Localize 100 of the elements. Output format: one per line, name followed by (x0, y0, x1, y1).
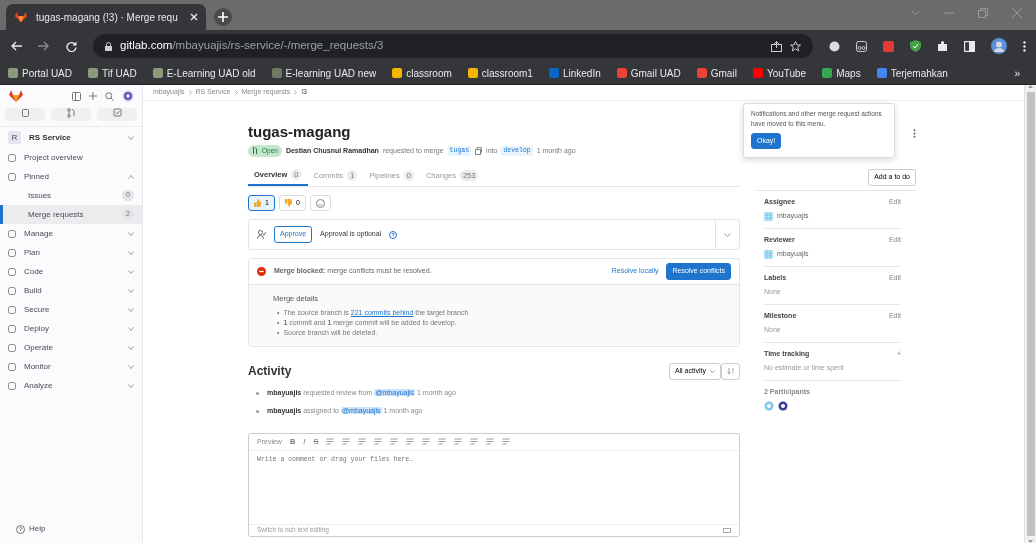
star-icon[interactable] (790, 40, 801, 52)
menu-icon (8, 229, 16, 238)
nav-section[interactable]: Build (0, 281, 142, 300)
menu-icon (8, 286, 16, 295)
chevron-right-icon (234, 90, 238, 95)
browser-tab[interactable]: tugas-magang (!3) · Merge requ (6, 4, 206, 30)
scrollbar[interactable] (1024, 85, 1036, 543)
puzzle-icon[interactable] (937, 40, 948, 52)
address-bar[interactable]: gitlab.com/mbayuajis/rs-service/-/merge_requests/3 (93, 34, 813, 58)
avatar-icon[interactable] (122, 90, 134, 102)
nav-item-label: Issues (28, 189, 52, 202)
tab-title: tugas-magang (!3) · Merge requ (36, 10, 179, 25)
timeline-dot-icon (256, 391, 259, 395)
timeline-dot-icon (256, 410, 259, 413)
reload-icon[interactable] (66, 40, 77, 52)
restore-icon[interactable] (978, 8, 988, 18)
sort-icon (727, 367, 734, 375)
glasses-icon[interactable] (856, 40, 867, 52)
bookmark[interactable]: Tif UAD (88, 65, 137, 81)
issues-icon (20, 108, 30, 118)
nav-section[interactable]: Analyze (0, 376, 142, 395)
help-icon[interactable] (389, 230, 398, 239)
avatar-icon[interactable] (991, 38, 1007, 54)
menu-icon (8, 172, 16, 181)
shield-icon[interactable] (910, 40, 921, 52)
chevron-down-icon[interactable] (128, 135, 134, 140)
merge-request-icon (66, 108, 76, 118)
plus-icon[interactable] (89, 92, 97, 100)
menu-icon (8, 153, 16, 162)
bookmark[interactable]: classroom1 (467, 65, 533, 81)
toolbar-button[interactable] (50, 107, 92, 122)
chevron-down-icon (710, 370, 715, 373)
chevron-right-icon (294, 90, 298, 95)
url-text: gitlab.com/mbayuajis/rs-service/-/merge_requests/3 (120, 38, 385, 54)
lock-icon (105, 41, 112, 51)
menu-icon (8, 324, 16, 333)
help-icon (16, 524, 25, 534)
bookmark[interactable]: Portal UAD (8, 65, 72, 81)
bookmark[interactable]: Terjemahkan (876, 65, 948, 81)
thumbs-down-icon (284, 199, 292, 207)
menu-icon (8, 267, 16, 276)
merge-request-icon (252, 147, 258, 155)
user-avatar-icon (764, 249, 773, 259)
merge-request-title: tugas-magang (248, 123, 352, 141)
bookmark[interactable]: classroom (392, 65, 452, 81)
chevron-down-icon[interactable] (911, 10, 920, 16)
search-icon[interactable] (105, 91, 114, 101)
participant-avatar-icon[interactable] (778, 401, 788, 411)
todo-icon (112, 108, 122, 118)
bookmark[interactable]: E-learning UAD new (271, 65, 377, 81)
bookmark[interactable]: YouTube (752, 65, 807, 81)
extension-icon[interactable] (883, 40, 894, 52)
scrollbar-thumb[interactable] (1026, 92, 1035, 536)
approver-icon (257, 230, 266, 239)
toolbar-button[interactable] (96, 107, 138, 122)
forward-icon[interactable] (38, 41, 50, 51)
thumbs-up-icon (254, 199, 261, 207)
nav-section[interactable]: Manage (0, 224, 142, 243)
project-name: RS Service (29, 131, 71, 144)
bookmark[interactable]: Maps (822, 65, 861, 81)
gitlab-logo-icon (14, 11, 28, 23)
nav-item-label: Merge requests (28, 208, 84, 221)
nav-section[interactable]: Operate (0, 338, 142, 357)
blocked-icon (257, 267, 266, 276)
new-tab-icon[interactable] (214, 8, 232, 26)
bookmarks-overflow-button[interactable]: » (1014, 65, 1028, 81)
smiley-icon (315, 198, 325, 208)
bookmark[interactable]: Gmail UAD (616, 65, 681, 81)
globe-icon[interactable] (829, 40, 840, 52)
scroll-down-icon (1028, 540, 1033, 543)
sidebar-toggle-icon[interactable] (72, 91, 81, 101)
copy-icon[interactable] (475, 146, 483, 155)
more-icon[interactable] (913, 128, 916, 138)
nav-section[interactable]: Pinned (0, 167, 142, 186)
chevron-down-icon[interactable] (724, 232, 731, 237)
bookmark[interactable]: E-Learning UAD old (152, 65, 256, 81)
activity-heading: Activity (248, 364, 292, 379)
nav-section[interactable]: Deploy (0, 319, 142, 338)
share-icon[interactable] (771, 40, 782, 52)
user-avatar-icon (764, 211, 773, 221)
nav-section[interactable]: Plan (0, 243, 142, 262)
nav-link[interactable]: Project overview (0, 148, 142, 167)
emoji-button[interactable] (309, 195, 331, 211)
nav-section[interactable]: Secure (0, 300, 142, 319)
back-icon[interactable] (10, 41, 22, 51)
toolbar-button[interactable] (4, 107, 46, 122)
nav-section[interactable]: Code (0, 262, 142, 281)
menu-icon (8, 343, 16, 352)
project-avatar: R (8, 131, 21, 144)
side-panel-icon[interactable] (964, 40, 975, 52)
bookmark[interactable]: Gmail (696, 65, 737, 81)
nav-section[interactable]: Monitor (0, 357, 142, 376)
more-icon[interactable] (1023, 40, 1026, 52)
sort-button[interactable] (721, 363, 740, 380)
menu-icon (8, 248, 16, 257)
gitlab-logo-icon[interactable] (8, 90, 24, 102)
menu-icon (8, 381, 16, 390)
help-link[interactable]: Help (0, 523, 142, 543)
menu-icon (8, 362, 16, 371)
bookmark[interactable]: LinkedIn (548, 65, 601, 81)
